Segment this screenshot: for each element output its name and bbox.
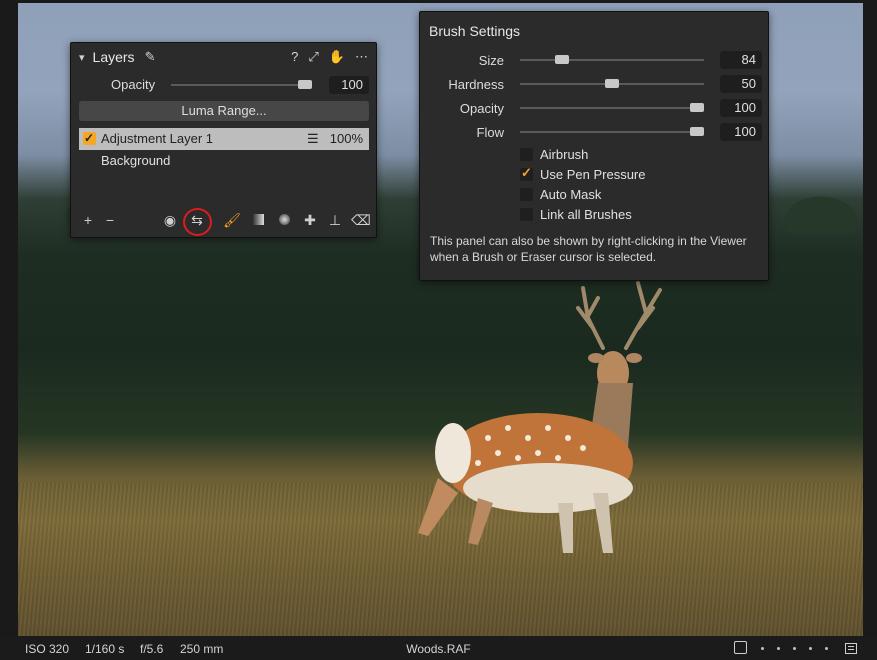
rating-dot[interactable]	[825, 647, 828, 650]
layer-name: Adjustment Layer 1	[101, 131, 214, 146]
rating-dot[interactable]	[761, 647, 764, 650]
brush-size-value[interactable]: 84	[720, 51, 762, 69]
list-icon[interactable]	[845, 643, 857, 654]
brush-hardness-label: Hardness	[448, 77, 504, 92]
brush-hardness-value[interactable]: 50	[720, 75, 762, 93]
add-layer-icon[interactable]: +	[79, 211, 97, 229]
layer-opacity-label: Opacity	[111, 77, 156, 92]
brush-settings-panel: Brush Settings Size 84 Hardness 50 Opaci…	[419, 11, 769, 281]
layer-opacity-value[interactable]: 100	[329, 76, 369, 94]
layer-row-adjustment-layer-1[interactable]: Adjustment Layer 1 ☰ 100%	[79, 127, 369, 150]
checkbox-box[interactable]	[520, 188, 533, 201]
clone-stamp-icon[interactable]: ⊥	[326, 211, 344, 229]
brush-opacity-slider[interactable]	[520, 107, 704, 109]
layer-opacity-slider-knob[interactable]	[298, 80, 312, 89]
sliders-icon: ☰	[307, 131, 319, 146]
expand-icon[interactable]: ⤢	[308, 49, 318, 65]
eraser-icon[interactable]: ⌫	[351, 211, 371, 229]
hand-icon[interactable]: ✋	[329, 49, 345, 65]
status-bar: ISO 320 1/160 s f/5.6 250 mm Woods.RAF	[0, 636, 877, 660]
layer-opacity-row: Opacity 100	[71, 73, 376, 97]
remove-layer-icon[interactable]: −	[101, 211, 119, 229]
layer-list: Adjustment Layer 1 ☰ 100% Background	[79, 125, 369, 225]
airbrush-label: Airbrush	[540, 147, 589, 162]
brush-flow-value[interactable]: 100	[720, 123, 762, 141]
layer-opacity: 100%	[329, 131, 363, 146]
brush-opacity-slider-knob[interactable]	[690, 103, 704, 112]
layers-panel-header: ▾ Layers ✎ ? ⤢ ✋ ⋯	[71, 43, 376, 71]
brush-flow-label: Flow	[476, 125, 504, 140]
brush-size-slider-knob[interactable]	[555, 55, 569, 64]
brush-hardness-slider-knob[interactable]	[605, 79, 619, 88]
luma-range-button[interactable]: Luma Range...	[79, 101, 369, 121]
brush-flow-slider[interactable]	[520, 131, 704, 133]
brush-size-row: Size 84	[420, 50, 768, 70]
deer-image	[418, 281, 662, 553]
rating-dot[interactable]	[793, 647, 796, 650]
heal-icon[interactable]: ✚	[301, 211, 319, 229]
brush-opacity-row: Opacity 100	[420, 98, 768, 118]
chevron-down-icon[interactable]: ▾	[79, 51, 85, 64]
help-icon[interactable]: ?	[291, 49, 298, 65]
brush-flow-row: Flow 100	[420, 122, 768, 142]
linear-gradient-icon[interactable]	[249, 211, 267, 229]
rating-dot[interactable]	[809, 647, 812, 650]
brush-opacity-value[interactable]: 100	[720, 99, 762, 117]
brush-size-slider[interactable]	[520, 59, 704, 61]
brush-settings-note: This panel can also be shown by right-cl…	[430, 234, 747, 264]
layers-toolbar: + − ◉ ⇆ 🖌 ✚ ⊥ ⌫	[71, 211, 376, 233]
square-icon[interactable]	[734, 641, 747, 654]
brush-size-label: Size	[478, 53, 504, 68]
layers-panel-title: Layers	[92, 49, 135, 65]
highlight-circle	[183, 208, 212, 236]
brush-flow-slider-knob[interactable]	[690, 127, 704, 136]
checkbox-box[interactable]	[520, 148, 533, 161]
checkbox-box[interactable]	[520, 165, 533, 181]
brush-icon[interactable]: 🖌	[223, 211, 241, 229]
eye-icon[interactable]: ◉	[161, 211, 179, 229]
rating-dot[interactable]	[777, 647, 780, 650]
more-icon[interactable]: ⋯	[355, 49, 368, 65]
layer-visibility-checkbox[interactable]	[83, 127, 96, 149]
link-all-brushes-label: Link all Brushes	[540, 207, 632, 222]
auto-mask-label: Auto Mask	[540, 187, 602, 202]
layer-name: Background	[101, 153, 171, 168]
pencil-icon[interactable]: ✎	[145, 49, 156, 65]
use-pen-pressure-label: Use Pen Pressure	[540, 167, 646, 182]
brush-settings-title: Brush Settings	[429, 23, 521, 39]
layer-opacity-slider[interactable]	[171, 84, 311, 86]
layers-panel: ▾ Layers ✎ ? ⤢ ✋ ⋯ Opacity 100 Luma Rang…	[70, 42, 377, 238]
layer-row-background[interactable]: Background	[79, 150, 369, 172]
checkbox-box[interactable]	[520, 208, 533, 221]
radial-gradient-icon[interactable]	[275, 211, 293, 229]
brush-hardness-row: Hardness 50	[420, 74, 768, 94]
brush-opacity-label: Opacity	[459, 101, 504, 116]
